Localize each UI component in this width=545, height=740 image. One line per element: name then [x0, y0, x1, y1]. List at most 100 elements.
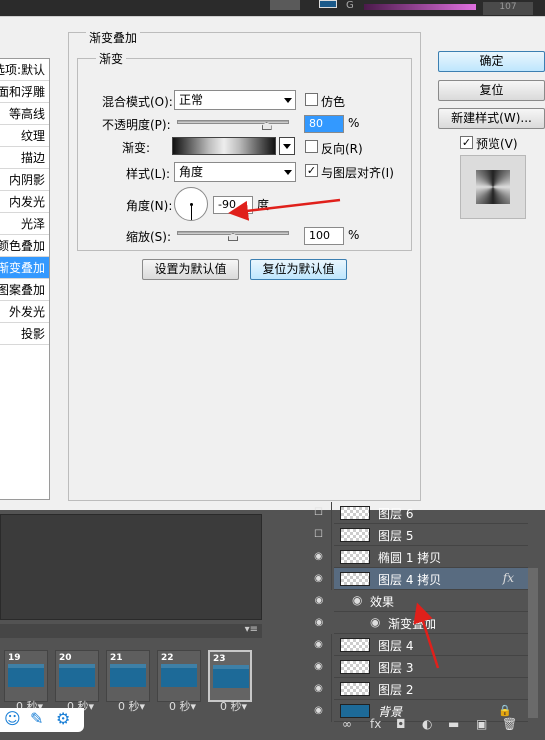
style-list-item[interactable]: 内阴影 — [0, 169, 49, 191]
new-style-button[interactable]: 新建样式(W)... — [438, 108, 545, 129]
folder-icon[interactable]: ▬ — [448, 717, 459, 731]
layer-row[interactable]: ◉ 效果 — [334, 590, 528, 612]
layer-name: 图层 2 — [378, 683, 414, 697]
layer-row[interactable]: 图层 4 — [334, 634, 528, 656]
eye-icon[interactable]: ◉ — [306, 612, 332, 634]
panel-menu-icon[interactable]: ▾≡ — [245, 624, 258, 635]
style-list-item[interactable]: 等高线 — [0, 103, 49, 125]
style-list-item[interactable]: 光泽 — [0, 213, 49, 235]
scale-field[interactable]: 100 — [304, 227, 344, 245]
dither-checkbox[interactable] — [305, 93, 318, 106]
timeline-frame[interactable]: 22 — [157, 650, 201, 702]
frame-thumbnail — [161, 664, 197, 687]
layer-thumbnail — [340, 638, 370, 652]
frame-delay[interactable]: 0 秒▾ — [169, 698, 196, 714]
layer-thumbnail — [340, 506, 370, 520]
style-list-item[interactable]: 渐变叠加 — [0, 257, 49, 279]
channel-label: G — [346, 0, 354, 11]
opacity-slider-track[interactable] — [177, 120, 289, 124]
layer-row[interactable]: 图层 6 — [334, 502, 528, 524]
style-list-item[interactable]: 外发光 — [0, 301, 49, 323]
style-list-item[interactable]: 内发光 — [0, 191, 49, 213]
layer-thumbnail — [340, 528, 370, 542]
layer-thumbnail — [340, 682, 370, 696]
eye-icon[interactable]: ◉ — [306, 700, 332, 722]
preview-label: 预览(V) — [476, 137, 518, 151]
ok-button[interactable]: 确定 — [438, 51, 545, 72]
eye-icon[interactable]: ◉ — [306, 568, 332, 590]
color-swatch[interactable] — [319, 0, 337, 8]
style-list-item[interactable]: 投影 — [0, 323, 49, 345]
angle-dial[interactable] — [174, 187, 208, 221]
eye-icon[interactable]: ◉ — [306, 634, 332, 656]
layers-scrollbar[interactable] — [528, 568, 538, 718]
style-list-item[interactable]: 斜面和浮雕 — [0, 81, 49, 103]
style-list-item[interactable]: 图案叠加 — [0, 279, 49, 301]
reset-button[interactable]: 复位 — [438, 80, 545, 101]
link-icon[interactable]: ∞ — [342, 717, 352, 731]
style-select[interactable]: 角度 — [174, 162, 296, 182]
frame-delay[interactable]: 0 秒▾ — [220, 698, 247, 714]
layer-name: 图层 4 拷贝 — [378, 573, 442, 587]
scale-unit: % — [348, 228, 360, 242]
fx-badge[interactable]: fx — [503, 571, 514, 585]
effect-eye-icon[interactable]: ◉ — [370, 615, 380, 629]
mask-icon[interactable]: ◘ — [396, 717, 406, 731]
new-layer-icon[interactable]: ▣ — [476, 717, 487, 731]
eye-icon[interactable]: ◉ — [306, 656, 332, 678]
play-button[interactable] — [270, 0, 300, 10]
reverse-checkbox[interactable] — [305, 140, 318, 153]
gradient-dropdown-button[interactable] — [279, 137, 295, 155]
layer-row[interactable]: 图层 4 拷贝 fx — [334, 568, 528, 590]
visibility-toggle[interactable]: ☐ — [306, 502, 332, 524]
frame-delay[interactable]: 0 秒▾ — [118, 698, 145, 714]
style-list-item[interactable]: 描边 — [0, 147, 49, 169]
pencil-icon[interactable]: ✎ — [30, 709, 43, 728]
layer-row[interactable]: ◉ 渐变叠加 — [334, 612, 528, 634]
align-with-layer-checkbox[interactable]: ✓ — [305, 164, 318, 177]
frame-number: 19 — [8, 653, 21, 663]
blend-mode-value: 正常 — [179, 93, 204, 107]
reset-default-button[interactable]: 复位为默认值 — [250, 259, 347, 280]
timeline-upper-area — [0, 514, 262, 620]
layer-name: 椭圆 1 拷贝 — [378, 551, 442, 565]
layer-row[interactable]: 椭圆 1 拷贝 — [334, 546, 528, 568]
timeline-frame[interactable]: 19 — [4, 650, 48, 702]
opacity-label: 不透明度(P): — [102, 118, 171, 132]
layer-row[interactable]: 图层 5 — [334, 524, 528, 546]
channel-value-field[interactable]: 107 — [483, 2, 533, 15]
style-label: 样式(L): — [126, 167, 171, 181]
opacity-field[interactable]: 80 — [304, 115, 344, 133]
effect-eye-icon[interactable]: ◉ — [352, 593, 362, 607]
preview-checkbox[interactable]: ✓ — [460, 136, 473, 149]
eye-icon[interactable]: ◉ — [306, 678, 332, 700]
angle-field[interactable]: -90 — [213, 196, 253, 214]
smiley-icon[interactable]: ☺ — [4, 709, 21, 728]
timeline-panel: ▾≡ 19 0 秒▾ 20 0 秒▾ 21 0 秒▾ 22 0 秒▾ 23 0 秒▾ ☺ ✎ ⚙ — [0, 510, 262, 740]
blend-mode-select[interactable]: 正常 — [174, 90, 296, 110]
adjustment-icon[interactable]: ◐ — [422, 717, 432, 731]
trash-icon[interactable]: 🗑 — [502, 717, 517, 731]
style-list-item[interactable]: 混合选项:默认 — [0, 59, 49, 81]
set-default-button[interactable]: 设置为默认值 — [142, 259, 239, 280]
frame-number: 22 — [161, 653, 174, 663]
channel-slider[interactable] — [364, 4, 476, 10]
visibility-toggle[interactable]: ☐ — [306, 524, 332, 546]
gradient-picker[interactable] — [172, 137, 276, 155]
layer-name: 图层 6 — [378, 507, 414, 521]
timeline-frame[interactable]: 23 — [208, 650, 252, 702]
eye-icon[interactable]: ◉ — [306, 546, 332, 568]
layer-row[interactable]: 图层 3 — [334, 656, 528, 678]
layer-name: 渐变叠加 — [388, 617, 437, 631]
group-title: 渐变 — [96, 50, 127, 67]
layer-row[interactable]: 图层 2 — [334, 678, 528, 700]
fx-icon[interactable]: fx — [370, 717, 381, 731]
style-list-item[interactable]: 颜色叠加 — [0, 235, 49, 257]
layer-name: 图层 5 — [378, 529, 414, 543]
dial-needle — [191, 204, 192, 220]
timeline-frame[interactable]: 21 — [106, 650, 150, 702]
timeline-frame[interactable]: 20 — [55, 650, 99, 702]
eye-icon[interactable]: ◉ — [306, 590, 332, 612]
gear-icon[interactable]: ⚙ — [56, 709, 70, 728]
style-list-item[interactable]: 纹理 — [0, 125, 49, 147]
